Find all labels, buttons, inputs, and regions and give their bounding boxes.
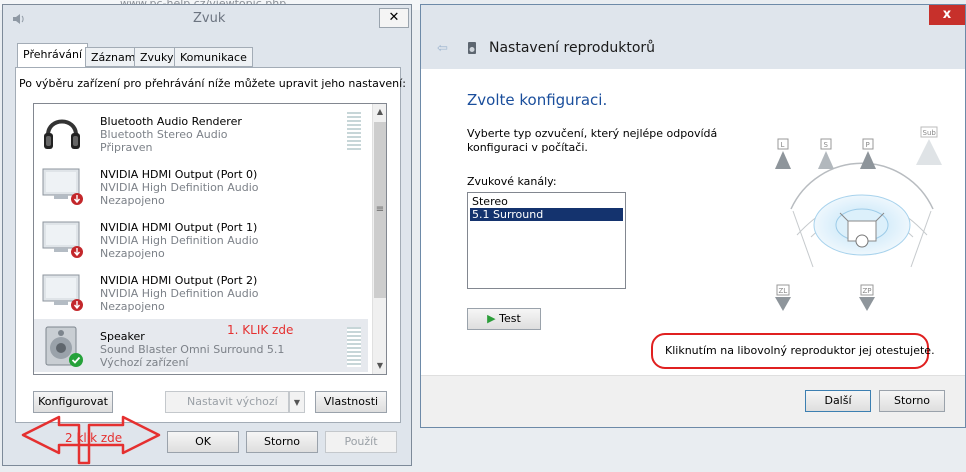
channels-label: Zvukové kanály: — [467, 175, 557, 188]
tab-recording[interactable]: Záznam — [85, 47, 142, 67]
grip-icon: ≡ — [375, 204, 385, 215]
monitor-icon — [42, 274, 83, 311]
tab-communications[interactable]: Komunikace — [174, 47, 253, 67]
sound-dialog-title: Zvuk — [193, 11, 226, 26]
page-heading: Zvolte konfiguraci. — [467, 91, 608, 109]
device-name: NVIDIA HDMI Output (Port 1) — [100, 221, 258, 234]
ok-button[interactable]: OK — [167, 431, 239, 453]
monitor-icon — [42, 221, 83, 258]
chevron-down-icon: ▼ — [293, 398, 301, 407]
speaker-label-rear-right: ZP — [863, 287, 872, 295]
device-item-hdmi-0[interactable]: NVIDIA HDMI Output (Port 0) NVIDIA High … — [34, 157, 368, 210]
channel-option-5-1-surround[interactable]: 5.1 Surround — [470, 208, 623, 221]
speaker-icon — [45, 326, 83, 367]
speaker-dialog-footer: Další Storno — [421, 375, 965, 427]
set-default-button[interactable]: Nastavit výchozí — [165, 391, 289, 413]
speaker-cancel-button[interactable]: Storno — [879, 390, 945, 412]
device-item-speaker[interactable]: Speaker Sound Blaster Omni Surround 5.1 … — [34, 319, 368, 372]
speaker-label-right: P — [866, 141, 870, 149]
device-status: Připraven — [100, 141, 153, 154]
volume-meter — [347, 112, 361, 152]
apply-button[interactable]: Použít — [325, 431, 397, 453]
speaker-label-center: S — [824, 141, 829, 149]
scroll-thumb[interactable]: ≡ — [374, 122, 386, 298]
volume-meter — [347, 327, 361, 367]
tab-playback[interactable]: Přehrávání — [17, 43, 89, 68]
speaker-dialog-header: x ⇦ Nastavení reproduktorů — [421, 5, 965, 69]
back-arrow-icon[interactable]: ⇦ — [437, 41, 448, 56]
device-driver: NVIDIA High Definition Audio — [100, 234, 259, 247]
speaker-subwoofer[interactable]: Sub — [916, 126, 942, 165]
monitor-icon — [42, 168, 83, 205]
test-button-label: Test — [499, 312, 521, 325]
speaker-front-right[interactable]: P — [860, 138, 876, 169]
device-driver: Sound Blaster Omni Surround 5.1 — [100, 343, 285, 356]
page-description: Vyberte typ ozvučení, který nejlépe odpo… — [467, 127, 718, 154]
test-hint-text: Kliknutím na libovolný reproduktor jej o… — [665, 344, 935, 357]
speaker-setup-icon — [468, 42, 476, 54]
device-driver: NVIDIA High Definition Audio — [100, 287, 259, 300]
channel-option-stereo[interactable]: Stereo — [470, 195, 623, 208]
next-button[interactable]: Další — [805, 390, 871, 412]
playback-instruction: Po výběru zařízení pro přehrávání níže m… — [19, 77, 406, 90]
device-list-scrollbar[interactable]: ▲ ≡ ▼ — [372, 104, 386, 374]
device-name: NVIDIA HDMI Output (Port 0) — [100, 168, 258, 181]
speaker-center[interactable]: S — [818, 138, 834, 169]
sound-titlebar: Zvuk ✕ — [3, 5, 411, 33]
play-icon: ▶ — [487, 312, 496, 325]
test-button[interactable]: ▶ Test — [467, 308, 541, 330]
speaker-layout-diagram[interactable]: L S P Sub ZL ZP — [769, 125, 955, 315]
close-icon: x — [942, 7, 952, 22]
cancel-button[interactable]: Storno — [246, 431, 318, 453]
annotation-step1: 1. KLIK zde — [227, 323, 294, 337]
sound-app-icon — [13, 14, 24, 24]
device-status: Výchozí zařízení — [100, 356, 189, 369]
close-icon: ✕ — [388, 10, 400, 25]
configure-button[interactable]: Konfigurovat — [33, 391, 113, 413]
device-status: Nezapojeno — [100, 300, 165, 313]
speaker-rear-left[interactable]: ZL — [775, 284, 791, 311]
device-driver: Bluetooth Stereo Audio — [100, 128, 228, 141]
device-status: Nezapojeno — [100, 194, 165, 207]
sound-dialog: Zvuk ✕ Přehrávání Záznam Zvuky Komunikac… — [2, 4, 412, 466]
device-name: Speaker — [100, 330, 145, 343]
speaker-setup-dialog: x ⇦ Nastavení reproduktorů Zvolte konfig… — [420, 4, 966, 428]
scroll-down-arrow-icon[interactable]: ▼ — [373, 358, 386, 374]
playback-device-list[interactable]: Bluetooth Audio Renderer Bluetooth Stere… — [33, 103, 387, 375]
device-item-hdmi-1[interactable]: NVIDIA HDMI Output (Port 1) NVIDIA High … — [34, 210, 368, 263]
device-driver: NVIDIA High Definition Audio — [100, 181, 259, 194]
set-default-label: Nastavit výchozí — [187, 395, 278, 408]
audio-channels-list[interactable]: Stereo 5.1 Surround — [467, 192, 626, 289]
speaker-front-left[interactable]: L — [775, 138, 791, 169]
scroll-up-arrow-icon[interactable]: ▲ — [373, 104, 386, 120]
device-name: NVIDIA HDMI Output (Port 2) — [100, 274, 258, 287]
speaker-label-rear-left: ZL — [779, 287, 788, 295]
speaker-dialog-title: Nastavení reproduktorů — [489, 40, 656, 56]
speaker-label-sub: Sub — [923, 129, 937, 137]
properties-button[interactable]: Vlastnosti — [315, 391, 387, 413]
device-status: Nezapojeno — [100, 247, 165, 260]
set-default-dropdown[interactable]: ▼ — [289, 391, 305, 413]
speaker-close-button[interactable]: x — [929, 5, 965, 25]
device-item-hdmi-2[interactable]: NVIDIA HDMI Output (Port 2) NVIDIA High … — [34, 263, 368, 316]
sound-close-button[interactable]: ✕ — [379, 8, 409, 28]
headphones-icon — [44, 119, 80, 149]
speaker-rear-right[interactable]: ZP — [859, 284, 875, 311]
tab-sounds[interactable]: Zvuky — [134, 47, 180, 67]
device-name: Bluetooth Audio Renderer — [100, 115, 242, 128]
device-item-bluetooth[interactable]: Bluetooth Audio Renderer Bluetooth Stere… — [34, 104, 368, 157]
speaker-label-left: L — [781, 141, 785, 149]
annotation-step2: 2 klik zde — [65, 431, 123, 445]
